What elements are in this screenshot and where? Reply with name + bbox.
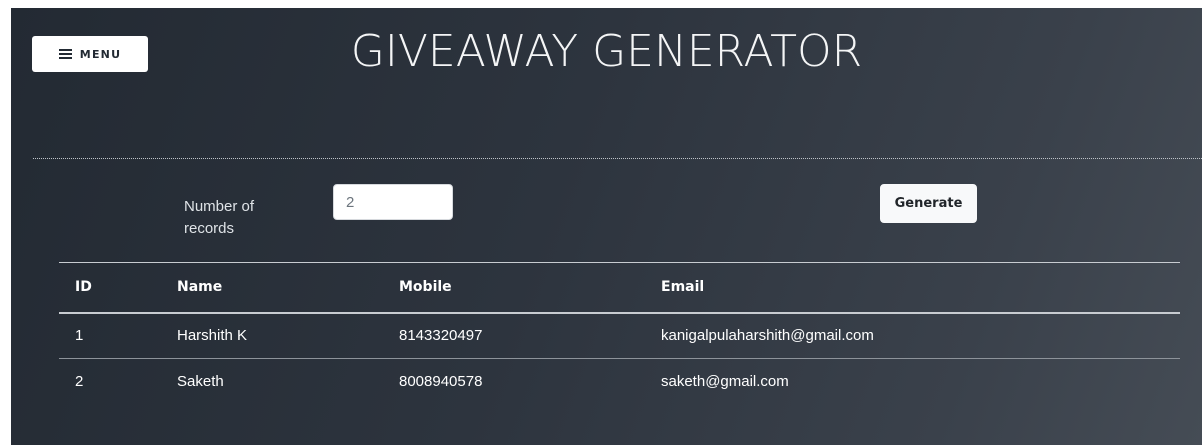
cell-email: kanigalpulaharshith@gmail.com — [661, 327, 874, 345]
column-header-name: Name — [177, 279, 223, 296]
page-title: GIVEAWAY GENERATOR — [350, 26, 863, 77]
cell-email: saketh@gmail.com — [661, 373, 789, 391]
cell-id: 2 — [75, 373, 84, 391]
records-table: ID Name Mobile Email 1 Harshith K 814332… — [59, 262, 1180, 405]
column-header-id: ID — [75, 279, 92, 296]
column-header-email: Email — [661, 279, 705, 296]
records-label: Number of records — [184, 198, 255, 237]
table-header-row: ID Name Mobile Email — [59, 262, 1180, 313]
table-row: 1 Harshith K 8143320497 kanigalpulaharsh… — [59, 313, 1180, 359]
table-row: 2 Saketh 8008940578 saketh@gmail.com — [59, 359, 1180, 405]
generate-button[interactable]: Generate — [880, 184, 977, 223]
cell-mobile: 8143320497 — [399, 327, 483, 345]
column-header-mobile: Mobile — [399, 279, 452, 296]
cell-name: Harshith K — [177, 327, 248, 345]
cell-name: Saketh — [177, 373, 224, 391]
header-divider — [33, 158, 1202, 159]
cell-id: 1 — [75, 327, 84, 345]
cell-mobile: 8008940578 — [399, 373, 483, 391]
app-window: MENU GIVEAWAY GENERATOR Number of record… — [11, 8, 1202, 445]
records-input[interactable] — [333, 184, 453, 220]
